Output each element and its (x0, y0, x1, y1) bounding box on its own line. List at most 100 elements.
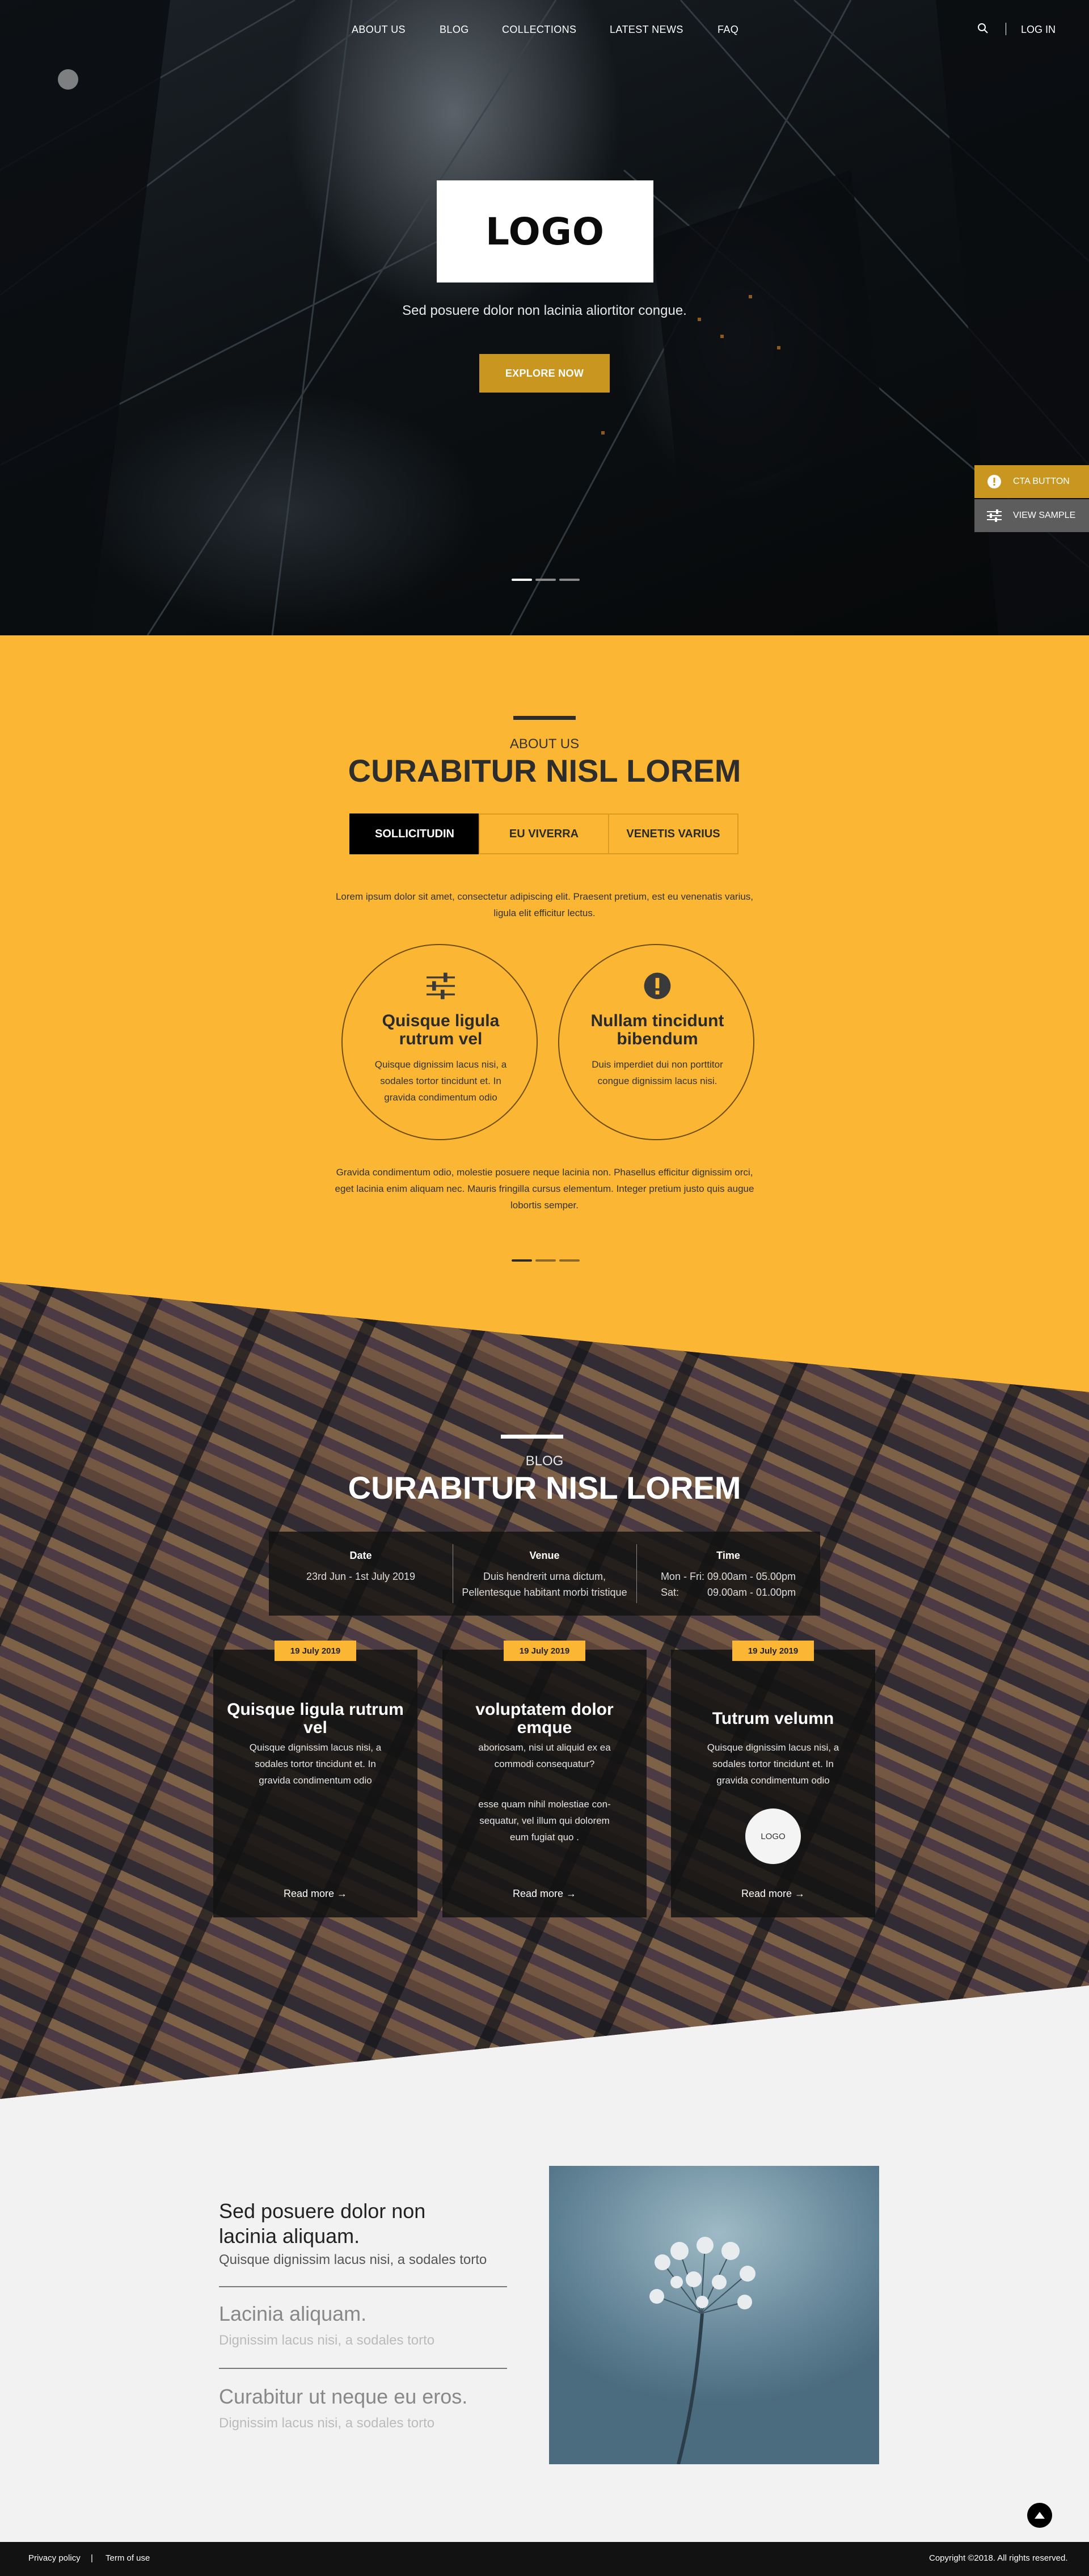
info-time: Time Mon - Fri: 09.00am - 05.00pm Sat: 0… (636, 1532, 820, 1616)
read-more-link[interactable]: Read more → (442, 1888, 647, 1900)
event-info-panel: Date 23rd Jun - 1st July 2019 Venue Duis… (269, 1532, 820, 1616)
feature-item-sub: Dignissim lacus nisi, a sodales torto (219, 2415, 435, 2431)
info-label: Time (716, 1550, 740, 1561)
read-more-label: Read more (512, 1888, 564, 1899)
info-label: Date (349, 1550, 372, 1561)
info-value: Pellentesque habitant morbi tristique (462, 1587, 627, 1598)
blog-kicker: BLOG (525, 1453, 564, 1469)
feature-heading: Sed posuere dolor non lacinia aliquam. (219, 2199, 426, 2248)
arrow-up-icon (1035, 2512, 1045, 2519)
view-sample-label: VIEW SAMPLE (1013, 511, 1076, 520)
info-value: Sat: 09.00am - 01.00pm (660, 1587, 796, 1598)
slider-dot-active[interactable] (512, 1259, 532, 1262)
slider-dot-active[interactable] (512, 579, 532, 581)
about-title: CURABITUR NISL LOREM (348, 753, 741, 789)
read-more-label: Read more (741, 1888, 792, 1899)
card-date-badge: 19 July 2019 (275, 1641, 356, 1661)
feature-item-title[interactable]: Lacinia aliquam. (219, 2302, 366, 2326)
card-text: Quisque dignissim lacus nisi, a sodales … (249, 1742, 382, 1786)
card-date-badge: 19 July 2019 (504, 1641, 585, 1661)
hero-subtitle: Sed posuere dolor non lacinia aliortitor… (402, 303, 687, 318)
nav-faq[interactable]: FAQ (717, 24, 738, 36)
flower-image (549, 2166, 879, 2464)
blog-card[interactable]: 19 July 2019 voluptatem dolor emque abor… (442, 1641, 647, 1917)
info-value: 23rd Jun - 1st July 2019 (306, 1571, 416, 1582)
card-text: Quisque dignissim lacus nisi, a sodales … (707, 1742, 839, 1786)
search-icon[interactable] (977, 23, 989, 37)
logo-text: LOGO (485, 209, 605, 254)
cta-button[interactable]: CTA BUTTON (974, 465, 1089, 498)
tab-sollicitudin[interactable]: SOLLICITUDIN (349, 813, 480, 854)
about-kicker: ABOUT US (509, 736, 580, 752)
tab-venetis-varius[interactable]: VENETIS VARIUS (608, 813, 738, 854)
read-more-label: Read more (283, 1888, 335, 1899)
section-accent-bar (513, 716, 576, 720)
nav-collections[interactable]: COLLECTIONS (502, 24, 576, 36)
feature-item-sub: Dignissim lacus nisi, a sodales torto (219, 2333, 435, 2348)
about-tabs: SOLLICITUDIN EU VIVERRA VENETIS VARIUS (349, 813, 738, 854)
card-text-secondary: esse quam nihil molestiae con- sequatur,… (478, 1799, 611, 1843)
cta-button-label: CTA BUTTON (1013, 477, 1070, 486)
card-title: voluptatem dolor emque (475, 1700, 614, 1737)
privacy-policy-link[interactable]: Privacy policy (28, 2553, 81, 2563)
sliders-icon (987, 508, 1002, 523)
read-more-link[interactable]: Read more → (671, 1888, 875, 1900)
about-section: ABOUT US CURABITUR NISL LOREM SOLLICITUD… (0, 635, 1089, 1401)
card-title: Quisque ligula rutrum vel (227, 1700, 404, 1737)
read-more-link[interactable]: Read more → (213, 1888, 417, 1900)
view-sample-button[interactable]: VIEW SAMPLE (974, 499, 1089, 532)
scroll-to-top-button[interactable] (1027, 2503, 1052, 2528)
feature-circle: Nullam tincidunt bibendum Duis imperdiet… (558, 944, 754, 1140)
card-title: Tutrum velumn (712, 1709, 834, 1728)
feature-title: Nullam tincidunt bibendum (590, 1011, 724, 1048)
footer: Privacy policy | Term of use Copyright ©… (0, 2542, 1089, 2576)
feature-subheading: Quisque dignissim lacus nisi, a sodales … (219, 2252, 487, 2267)
slider-dot[interactable] (535, 1259, 556, 1262)
sliders-icon (427, 972, 455, 1000)
slider-dot[interactable] (559, 579, 580, 581)
slider-dot[interactable] (559, 1259, 580, 1262)
card-date-badge: 19 July 2019 (732, 1641, 814, 1661)
copyright-text: Copyright ©2018. All rights reserved. (929, 2553, 1068, 2563)
feature-text: Duis imperdiet dui non porttitor congue … (592, 1059, 723, 1086)
hero-section: ABOUT US BLOG COLLECTIONS LATEST NEWS FA… (0, 0, 1089, 635)
slider-dot[interactable] (535, 579, 556, 581)
tab-eu-viverra[interactable]: EU VIVERRA (479, 813, 609, 854)
info-value: Duis hendrerit urna dictum, (483, 1571, 606, 1582)
about-intro: Lorem ipsum dolor sit amet, consectetur … (335, 891, 754, 918)
feature-title: Quisque ligula rutrum vel (382, 1011, 500, 1048)
arrow-right-icon: → (795, 1888, 805, 1899)
info-label: Venue (529, 1550, 560, 1561)
card-text: aboriosam, nisi ut aliquid ex ea commodi… (478, 1742, 611, 1769)
divider (219, 2286, 507, 2287)
footer-separator: | (91, 2553, 93, 2563)
blog-title: CURABITUR NISL LOREM (348, 1470, 741, 1506)
arrow-right-icon: → (337, 1888, 348, 1899)
nav-latest-news[interactable]: LATEST NEWS (610, 24, 683, 36)
blog-section: BLOG CURABITUR NISL LOREM Date 23rd Jun … (0, 1282, 1089, 2099)
divider (219, 2368, 507, 2369)
info-icon (987, 474, 1002, 489)
feature-item-title[interactable]: Curabitur ut neque eu eros. (219, 2385, 467, 2409)
info-date: Date 23rd Jun - 1st July 2019 (269, 1532, 453, 1616)
main-nav: ABOUT US BLOG COLLECTIONS LATEST NEWS FA… (0, 23, 1089, 41)
hero-slider-dots (512, 579, 580, 581)
hero-logo[interactable]: LOGO (437, 180, 653, 283)
blog-card[interactable]: 19 July 2019 Quisque ligula rutrum vel Q… (213, 1641, 417, 1917)
nav-about-us[interactable]: ABOUT US (352, 24, 406, 36)
feature-circle: Quisque ligula rutrum vel Quisque dignis… (341, 944, 538, 1140)
feature-text: Quisque dignissim lacus nisi, a sodales … (374, 1059, 507, 1103)
blog-card[interactable]: 19 July 2019 Tutrum velumn Quisque digni… (671, 1641, 875, 1917)
arrow-right-icon: → (566, 1888, 577, 1899)
alert-icon (644, 972, 671, 1000)
about-outro: Gravida condimentum odio, molestie posue… (335, 1167, 754, 1211)
info-value: Mon - Fri: 09.00am - 05.00pm (660, 1571, 796, 1582)
card-logo: LOGO (745, 1808, 801, 1864)
explore-now-button[interactable]: EXPLORE NOW (479, 354, 610, 393)
nav-blog[interactable]: BLOG (440, 24, 469, 36)
section-accent-bar (501, 1435, 563, 1439)
info-venue: Venue Duis hendrerit urna dictum, Pellen… (453, 1532, 636, 1616)
about-slider-dots (512, 1259, 580, 1262)
login-link[interactable]: LOG IN (1021, 24, 1056, 36)
terms-of-use-link[interactable]: Term of use (105, 2553, 150, 2563)
